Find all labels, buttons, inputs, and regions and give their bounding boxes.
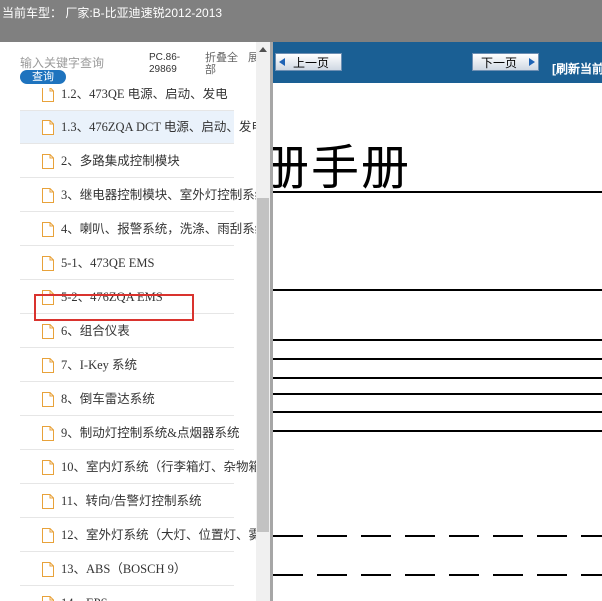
rule-line	[273, 430, 602, 432]
tree-item[interactable]: 2、多路集成控制模块	[20, 145, 234, 178]
tree-item[interactable]: 7、I-Key 系统	[20, 349, 234, 382]
tree-item[interactable]: 10、室内灯系统（行李箱灯、杂物箱灯）	[20, 451, 256, 484]
rule-line	[273, 377, 602, 379]
rule-line	[273, 289, 602, 291]
arrow-left-icon	[279, 58, 285, 66]
document-tree: 1.2、473QE 电源、启动、发电 1.3、476ZQA DCT 电源、启动、发…	[0, 88, 256, 601]
document-title: 册手册	[273, 140, 412, 196]
tree-item-label: 1.3、476ZQA DCT 电源、启动、发电	[61, 120, 256, 134]
document-icon	[42, 222, 54, 237]
title-bar: 当前车型： 厂家:B-比亚迪速锐2012-2013	[0, 0, 602, 42]
tree-item[interactable]: 4、喇叭、报警系统，洗涤、雨刮系统	[20, 213, 256, 246]
document-icon	[42, 528, 54, 543]
document-icon	[42, 324, 54, 339]
document-icon	[42, 358, 54, 373]
tree-item[interactable]: 5-1、473QE EMS	[20, 247, 234, 280]
tree-item-label: 3、继电器控制模块、室外灯控制系统	[61, 188, 256, 202]
tree-item-label: 5-1、473QE EMS	[61, 256, 155, 270]
tree-item[interactable]: 11、转向/告警灯控制系统	[20, 485, 234, 518]
dashed-line	[273, 535, 602, 537]
sidebar-scrollbar[interactable]	[256, 42, 270, 601]
document-icon	[42, 392, 54, 407]
scroll-up-arrow-icon[interactable]	[259, 47, 267, 52]
next-page-button[interactable]: 下一页	[472, 53, 539, 71]
tree-item-label: 14、EPS	[61, 587, 256, 601]
tree-item[interactable]: 8、倒车雷达系统	[20, 383, 234, 416]
tree-item-label: 2、多路集成控制模块	[61, 154, 180, 168]
document-viewer: 上一页 下一页 [刷新当前 册手册	[273, 42, 602, 601]
next-page-label: 下一页	[481, 56, 518, 70]
tree-item[interactable]: 9、制动灯控制系统&点烟器系统	[20, 417, 239, 450]
document-icon	[42, 256, 54, 271]
selection-highlight-box	[34, 294, 194, 321]
tree-item[interactable]: 12、室外灯系统（大灯、位置灯、雾灯）	[20, 519, 256, 552]
rule-line	[273, 411, 602, 413]
tree-item[interactable]: 1.2、473QE 电源、启动、发电	[20, 88, 234, 111]
document-icon	[42, 120, 54, 135]
prev-page-button[interactable]: 上一页	[275, 53, 342, 71]
tree-item-label: 12、室外灯系统（大灯、位置灯、雾灯）	[61, 528, 256, 542]
rule-line	[273, 191, 602, 193]
document-icon	[42, 596, 54, 601]
tree-item[interactable]: 13、ABS（BOSCH 9）	[20, 553, 234, 586]
current-vehicle-label: 当前车型： 厂家:B-比亚迪速锐2012-2013	[2, 6, 223, 20]
arrow-right-icon	[529, 58, 535, 66]
dashed-line	[273, 574, 602, 576]
fold-all-button[interactable]: 折叠全部	[205, 52, 245, 76]
tree-item-label: 11、转向/告警灯控制系统	[61, 494, 202, 508]
sidebar: 查询 PC.86-29869 折叠全部 展 1.2、473QE 电源、启动、发电…	[0, 42, 272, 601]
document-icon	[42, 188, 54, 203]
scroll-thumb[interactable]	[257, 198, 269, 532]
document-icon	[42, 426, 54, 441]
tree-item-label: 7、I-Key 系统	[61, 358, 138, 372]
tree-item[interactable]: 14、EPS	[20, 587, 234, 601]
rule-line	[273, 393, 602, 395]
tree-item-label: 1.2、473QE 电源、启动、发电	[61, 88, 228, 101]
tree-item-label: 10、室内灯系统（行李箱灯、杂物箱灯）	[61, 460, 256, 474]
refresh-link[interactable]: [刷新当前	[552, 60, 602, 77]
tree-item[interactable]: 3、继电器控制模块、室外灯控制系统	[20, 179, 256, 212]
prev-page-label: 上一页	[293, 56, 330, 70]
rule-line	[273, 339, 602, 341]
viewer-toolbar: 上一页 下一页 [刷新当前	[273, 42, 602, 83]
search-area: 查询 PC.86-29869 折叠全部 展	[0, 42, 268, 88]
pc-code-label: PC.86-29869	[149, 52, 181, 75]
tree-item[interactable]: 1.3、476ZQA DCT 电源、启动、发电	[20, 111, 256, 144]
tree-item-label: 4、喇叭、报警系统，洗涤、雨刮系统	[61, 222, 256, 236]
tree-item-label: 9、制动灯控制系统&点烟器系统	[61, 426, 240, 440]
document-icon	[42, 562, 54, 577]
tree-item-label: 13、ABS（BOSCH 9）	[61, 562, 187, 576]
rule-line	[273, 358, 602, 360]
search-button[interactable]: 查询	[20, 70, 66, 84]
document-icon	[42, 460, 54, 475]
document-icon	[42, 494, 54, 509]
tree-item-label: 8、倒车雷达系统	[61, 392, 155, 406]
document-icon	[42, 88, 54, 102]
document-icon	[42, 154, 54, 169]
